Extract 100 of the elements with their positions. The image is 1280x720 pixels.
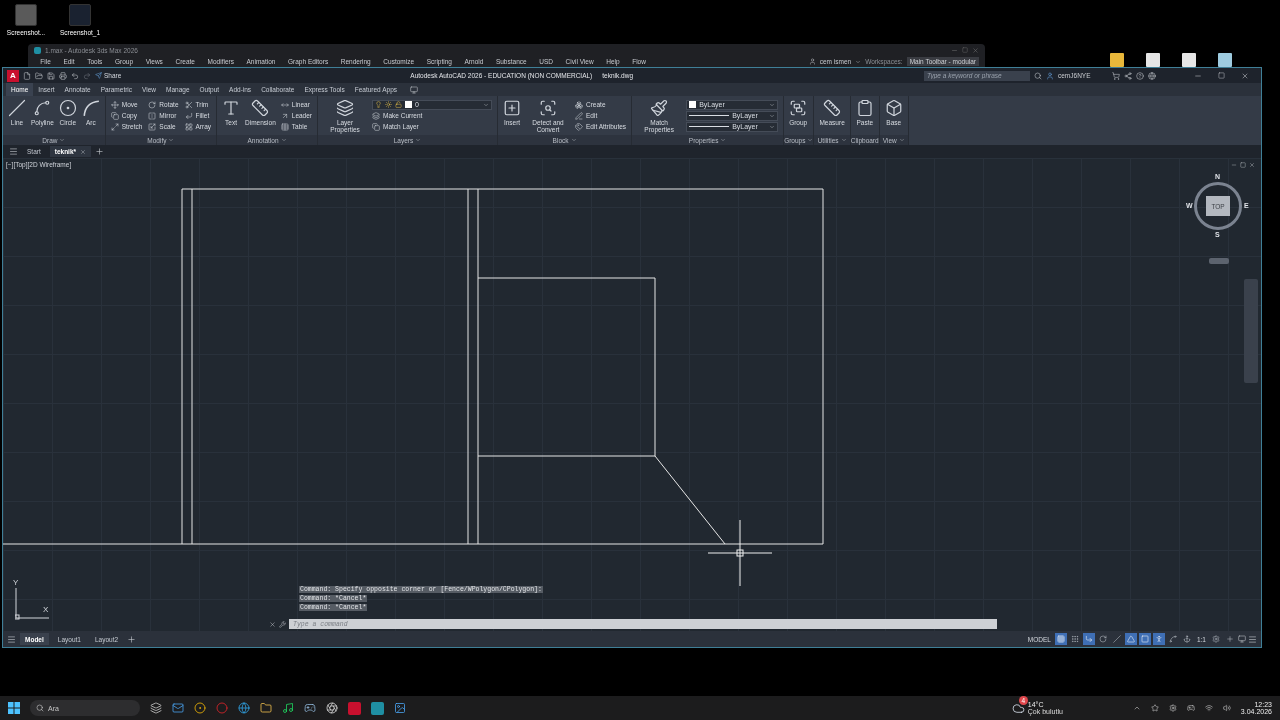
aperture-icon[interactable] <box>326 702 338 714</box>
scissors-icon <box>184 100 193 109</box>
scan-icon <box>539 99 557 117</box>
caret-icon[interactable] <box>168 137 175 143</box>
new-file-icon[interactable] <box>23 71 31 80</box>
color-swatch <box>689 101 697 108</box>
status-toggle[interactable] <box>1054 633 1067 645</box>
caret-icon <box>483 101 489 108</box>
status-toggle[interactable] <box>1180 633 1193 645</box>
linetype-line <box>689 115 730 116</box>
slash-icon <box>1112 635 1121 643</box>
task-view-icon[interactable] <box>150 702 162 714</box>
network-icon[interactable] <box>1124 71 1132 80</box>
plus-icon[interactable] <box>127 634 137 644</box>
copy-icon <box>372 122 380 131</box>
person-icon <box>1154 635 1163 643</box>
status-toggle[interactable] <box>1224 633 1236 645</box>
maximize-icon[interactable] <box>1218 72 1225 79</box>
rotate-icon <box>148 100 157 109</box>
search-icon <box>36 704 44 712</box>
speaker-icon[interactable] <box>1222 704 1231 712</box>
music-icon[interactable] <box>282 702 294 714</box>
browser-icon[interactable] <box>194 702 206 714</box>
gamepad-icon[interactable] <box>304 702 316 714</box>
status-toggle[interactable] <box>1138 633 1151 645</box>
restore-icon[interactable] <box>1240 162 1246 168</box>
status-toggle[interactable] <box>1082 633 1095 645</box>
caret-icon[interactable] <box>807 137 814 143</box>
close-icon[interactable] <box>1241 71 1249 80</box>
caret-icon[interactable] <box>855 58 862 65</box>
square-plus-icon <box>503 99 521 117</box>
status-toggle[interactable] <box>1152 633 1165 645</box>
box-icon <box>884 99 903 117</box>
star-icon[interactable] <box>1150 704 1159 712</box>
status-toggle[interactable] <box>1210 633 1222 645</box>
open-folder-icon[interactable] <box>35 71 43 80</box>
move-arrows-icon <box>110 100 119 109</box>
mail-icon[interactable] <box>172 702 184 714</box>
sun-icon <box>385 101 392 108</box>
lock-icon <box>395 101 402 108</box>
cart-icon[interactable] <box>1112 71 1120 80</box>
picture-icon[interactable] <box>394 702 406 714</box>
window-icon[interactable] <box>410 85 418 94</box>
caret-icon[interactable] <box>720 137 727 143</box>
app-tile-icon[interactable] <box>371 701 384 715</box>
status-toggle[interactable] <box>1124 633 1137 645</box>
scale-icon <box>148 122 157 131</box>
status-toggle[interactable] <box>1096 633 1109 645</box>
wrench-icon[interactable] <box>279 620 286 628</box>
monitor-icon[interactable] <box>1238 635 1246 643</box>
file-thumbnail[interactable] <box>15 4 37 26</box>
curve-icon <box>1168 635 1177 643</box>
corner-icon <box>184 111 193 120</box>
curve-icon <box>33 99 52 117</box>
status-toggle[interactable] <box>1110 633 1123 645</box>
save-icon[interactable] <box>47 71 55 80</box>
undo-icon[interactable] <box>71 71 79 80</box>
caret-icon[interactable] <box>570 137 577 143</box>
caret-icon[interactable] <box>415 137 422 143</box>
circle-icon <box>58 99 77 117</box>
close-icon <box>80 148 87 155</box>
color-swatch <box>405 101 412 108</box>
app-tile-icon <box>34 46 41 54</box>
gamepad-icon[interactable] <box>1186 704 1195 712</box>
caret-icon[interactable] <box>840 137 847 143</box>
crosshair-cursor-icon <box>707 519 773 587</box>
caret-icon[interactable] <box>280 137 287 143</box>
app-tile-icon[interactable] <box>348 701 361 715</box>
wifi-icon[interactable] <box>1204 704 1213 712</box>
lightbulb-icon <box>375 101 382 108</box>
status-toggle[interactable] <box>1166 633 1179 645</box>
file-thumbnail[interactable] <box>69 4 91 26</box>
dots-icon <box>1070 635 1079 643</box>
app-logo[interactable]: A <box>7 69 19 82</box>
close-icon[interactable] <box>1249 162 1255 168</box>
search-icon[interactable] <box>1034 71 1042 80</box>
user-icon <box>808 58 816 65</box>
grid-icon <box>1056 635 1065 643</box>
ring-icon[interactable] <box>216 702 228 714</box>
caret-icon[interactable] <box>59 137 66 143</box>
globe-icon[interactable] <box>238 702 250 714</box>
boxes-icon <box>575 100 583 109</box>
corner-arrow-icon <box>1084 635 1093 643</box>
globe-icon[interactable] <box>1148 71 1156 80</box>
caret-icon[interactable] <box>898 137 905 143</box>
menu-icon[interactable] <box>9 147 18 156</box>
menu-icon[interactable] <box>7 634 16 644</box>
gear-icon[interactable] <box>1168 704 1177 712</box>
anchor-icon <box>1182 635 1191 643</box>
menu-icon[interactable] <box>1248 634 1257 644</box>
start-icon[interactable] <box>8 702 20 714</box>
folder-icon[interactable] <box>260 702 272 714</box>
horizontal-arrow-icon <box>280 100 289 109</box>
help-icon[interactable] <box>1136 71 1144 80</box>
rotate-arrow-icon <box>1098 635 1107 643</box>
close-icon[interactable] <box>269 620 276 628</box>
text-icon <box>222 99 241 117</box>
chevron-up-icon[interactable] <box>1132 704 1141 712</box>
plus-icon[interactable] <box>95 147 105 156</box>
printer-icon[interactable] <box>59 71 67 80</box>
